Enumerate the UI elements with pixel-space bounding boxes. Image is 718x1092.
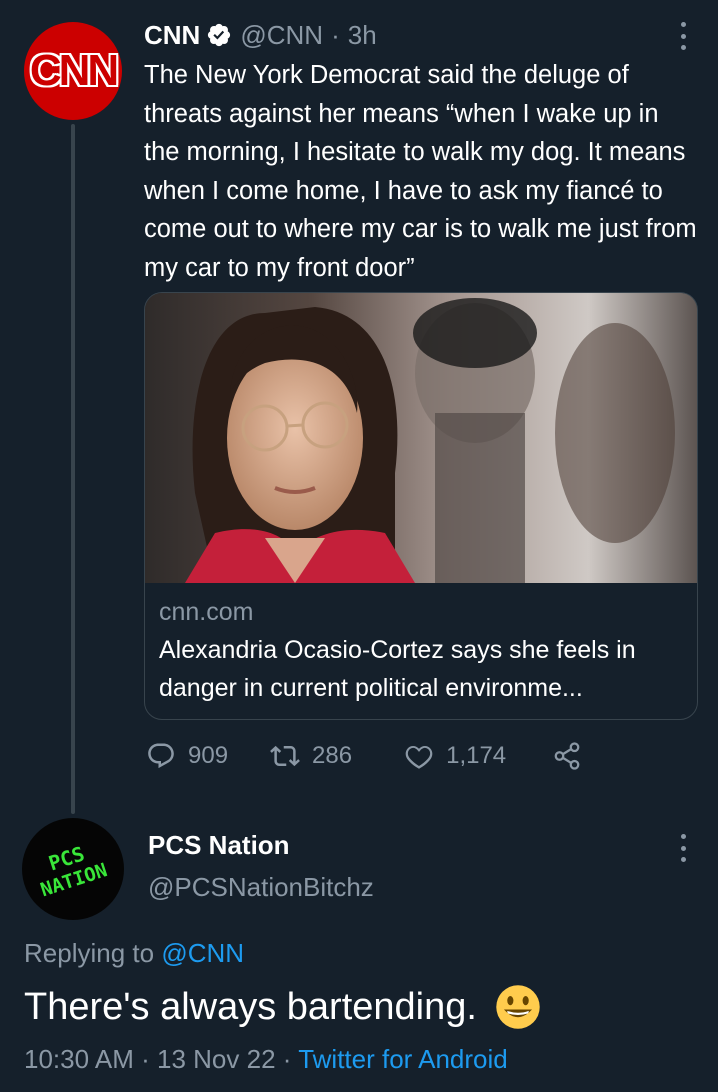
tweet-source[interactable]: Twitter for Android [298, 1044, 508, 1074]
reply-text-content: There's always bartending. [24, 985, 477, 1028]
separator-dot: · [282, 1044, 292, 1074]
tweet-text: The New York Democrat said the deluge of… [144, 61, 697, 282]
separator-dot: · [331, 19, 340, 50]
pcs-nation-logo: PCS NATION [38, 842, 110, 902]
tweet-actions: 909 286 1,174 [146, 736, 582, 776]
reply-author-handle[interactable]: @PCSNationBitchz [148, 872, 374, 903]
retweet-icon [270, 745, 300, 767]
more-icon[interactable] [678, 22, 688, 50]
replying-to-mention[interactable]: @CNN [161, 938, 244, 968]
replying-to-label: Replying to [24, 938, 155, 968]
link-card-meta: cnn.com Alexandria Ocasio-Cortez says sh… [159, 595, 683, 707]
avatar[interactable]: PCS NATION [22, 818, 124, 920]
author-handle[interactable]: @CNN [240, 20, 323, 51]
tweet-footer: 10:30 AM · 13 Nov 22 · Twitter for Andro… [24, 1044, 508, 1075]
reply-author-name[interactable]: PCS Nation [148, 830, 290, 861]
link-card-title: Alexandria Ocasio-Cortez says she feels … [159, 636, 636, 702]
share-icon [554, 742, 580, 770]
link-card-image [145, 293, 697, 583]
timestamp[interactable]: 3h [348, 20, 377, 51]
reply-button[interactable]: 909 [146, 741, 228, 771]
reply-count: 909 [188, 742, 229, 769]
link-card-domain: cnn.com [159, 598, 254, 626]
grinning-face-emoji [496, 985, 540, 1029]
retweet-button[interactable]: 286 [270, 741, 352, 771]
like-icon [405, 745, 433, 769]
parent-tweet[interactable]: CNN CNN @CNN · 3h The New York Democrat … [0, 0, 718, 820]
tweet-time[interactable]: 10:30 AM [24, 1044, 134, 1074]
retweet-count: 286 [312, 742, 353, 769]
avatar-logo-text: CNN [29, 46, 119, 95]
like-count: 1,174 [446, 742, 507, 769]
thread-connector-line [71, 124, 75, 814]
share-button[interactable] [552, 741, 582, 771]
more-icon[interactable] [678, 834, 688, 862]
reply-icon [148, 743, 174, 769]
replying-to: Replying to @CNN [24, 938, 244, 969]
tweet-header: CNN @CNN · 3h [144, 18, 377, 52]
like-button[interactable]: 1,174 [404, 741, 506, 771]
news-photo-illustration [145, 293, 697, 583]
tweet-date[interactable]: 13 Nov 22 [157, 1044, 276, 1074]
reply-tweet-text: There's always bartending. [24, 984, 541, 1030]
tweet-thread-view: CNN CNN @CNN · 3h The New York Democrat … [0, 0, 718, 1092]
link-card[interactable]: cnn.com Alexandria Ocasio-Cortez says sh… [144, 292, 698, 720]
verified-badge-icon [208, 23, 231, 47]
separator-dot: · [141, 1044, 150, 1074]
author-name[interactable]: CNN [144, 20, 200, 51]
avatar[interactable]: CNN [24, 22, 122, 120]
